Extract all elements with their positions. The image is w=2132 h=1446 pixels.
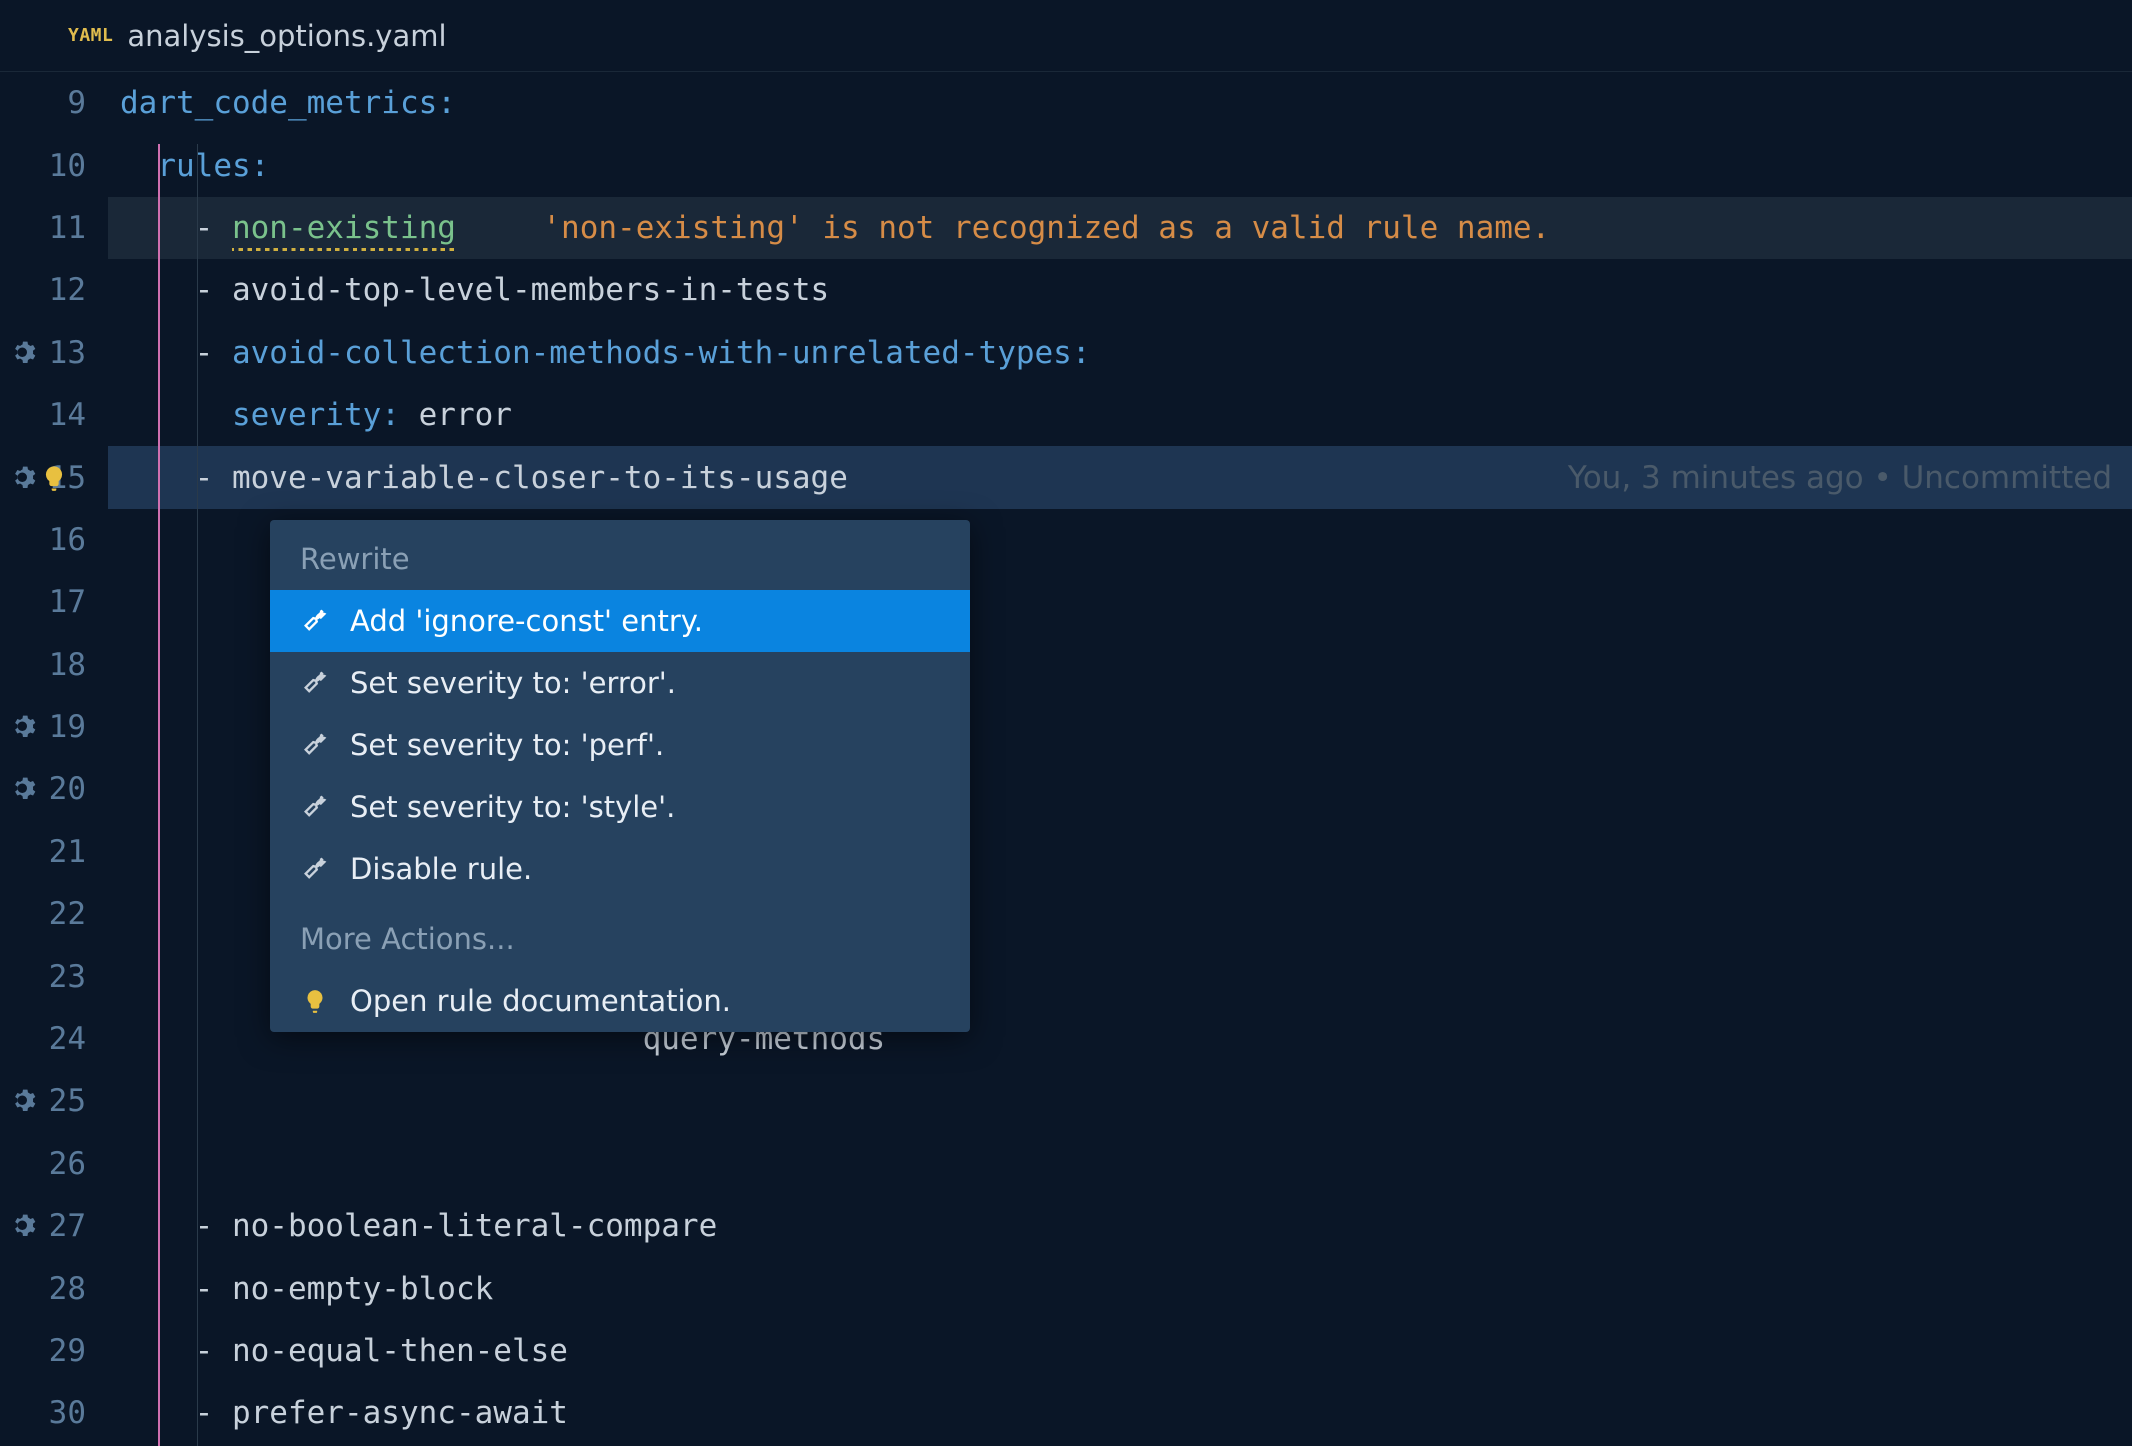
code-action-label: Set severity to: 'style'. (350, 790, 675, 824)
indent-guide-2 (197, 144, 198, 1446)
gear-icon[interactable] (8, 712, 38, 742)
code-line[interactable]: - prefer-async-await (108, 1382, 2132, 1444)
line-number: 27 (0, 1195, 108, 1257)
code-line[interactable]: rules: (108, 134, 2132, 196)
line-number: 17 (0, 571, 108, 633)
code-line[interactable]: - avoid-top-level-members-in-tests (108, 259, 2132, 321)
tab-title: analysis_options.yaml (127, 19, 446, 53)
code-action-item[interactable]: Add 'ignore-const' entry. (270, 590, 970, 652)
lightbulb-icon (300, 986, 330, 1016)
wrench-icon (300, 668, 330, 698)
git-blame-annotation: You, 3 minutes ago • Uncommitted (1568, 460, 2112, 496)
tab-bar: YAML analysis_options.yaml (0, 0, 2132, 72)
code-line[interactable]: - avoid-collection-methods-with-unrelate… (108, 322, 2132, 384)
code-action-popup: Rewrite Add 'ignore-const' entry. Set seve… (270, 520, 970, 1032)
code-action-label: Disable rule. (350, 852, 532, 886)
file-tab[interactable]: YAML analysis_options.yaml (38, 0, 477, 71)
line-number: 24 (0, 1008, 108, 1070)
inline-diagnostic: 'non-existing' is not recognized as a va… (542, 210, 1550, 246)
code-line[interactable]: dart_code_metrics: (108, 72, 2132, 134)
code-line[interactable]: - non-existing'non-existing' is not reco… (108, 197, 2132, 259)
line-number: 29 (0, 1320, 108, 1382)
line-number: 25 (0, 1070, 108, 1132)
yaml-icon: YAML (68, 25, 113, 46)
code-action-item[interactable]: Set severity to: 'error'. (270, 652, 970, 714)
gutter: 9101112131415161718192021222324252627282… (0, 72, 108, 1446)
code-action-item[interactable]: Disable rule. (270, 838, 970, 900)
wrench-icon (300, 854, 330, 884)
code-action-label: Add 'ignore-const' entry. (350, 604, 703, 638)
gear-icon[interactable] (8, 1086, 38, 1116)
code-line[interactable] (108, 1133, 2132, 1195)
line-number: 19 (0, 696, 108, 758)
line-number: 12 (0, 259, 108, 321)
line-number: 18 (0, 634, 108, 696)
code-line[interactable]: - no-empty-block (108, 1257, 2132, 1319)
line-number: 10 (0, 134, 108, 196)
code-action-label: Set severity to: 'error'. (350, 666, 676, 700)
gear-icon[interactable] (8, 1211, 38, 1241)
code-line[interactable]: - no-equal-then-else (108, 1320, 2132, 1382)
line-number: 22 (0, 883, 108, 945)
line-number: 13 (0, 322, 108, 384)
popup-section-header: Rewrite (270, 520, 970, 590)
line-number: 20 (0, 758, 108, 820)
line-number: 16 (0, 509, 108, 571)
code-action-item[interactable]: Set severity to: 'perf'. (270, 714, 970, 776)
line-number: 28 (0, 1257, 108, 1319)
line-number: 9 (0, 72, 108, 134)
line-number: 30 (0, 1382, 108, 1444)
line-number: 23 (0, 945, 108, 1007)
wrench-icon (300, 792, 330, 822)
line-number: 11 (0, 197, 108, 259)
code-line[interactable] (108, 1070, 2132, 1132)
code-action-label: Set severity to: 'perf'. (350, 728, 664, 762)
lightbulb-icon[interactable] (40, 464, 68, 492)
gear-icon[interactable] (8, 338, 38, 368)
indent-guide (158, 144, 160, 1446)
popup-section-header: More Actions... (270, 900, 970, 970)
code-action-label: Open rule documentation. (350, 984, 731, 1018)
gear-icon[interactable] (8, 463, 38, 493)
line-number: 26 (0, 1133, 108, 1195)
wrench-icon (300, 730, 330, 760)
code-line[interactable]: severity: error (108, 384, 2132, 446)
line-number: 14 (0, 384, 108, 446)
code-line[interactable]: - move-variable-closer-to-its-usageYou, … (108, 446, 2132, 508)
open-documentation-item[interactable]: Open rule documentation. (270, 970, 970, 1032)
code-line[interactable]: - no-boolean-literal-compare (108, 1195, 2132, 1257)
code-action-item[interactable]: Set severity to: 'style'. (270, 776, 970, 838)
wrench-icon (300, 606, 330, 636)
line-number: 21 (0, 821, 108, 883)
gear-icon[interactable] (8, 774, 38, 804)
